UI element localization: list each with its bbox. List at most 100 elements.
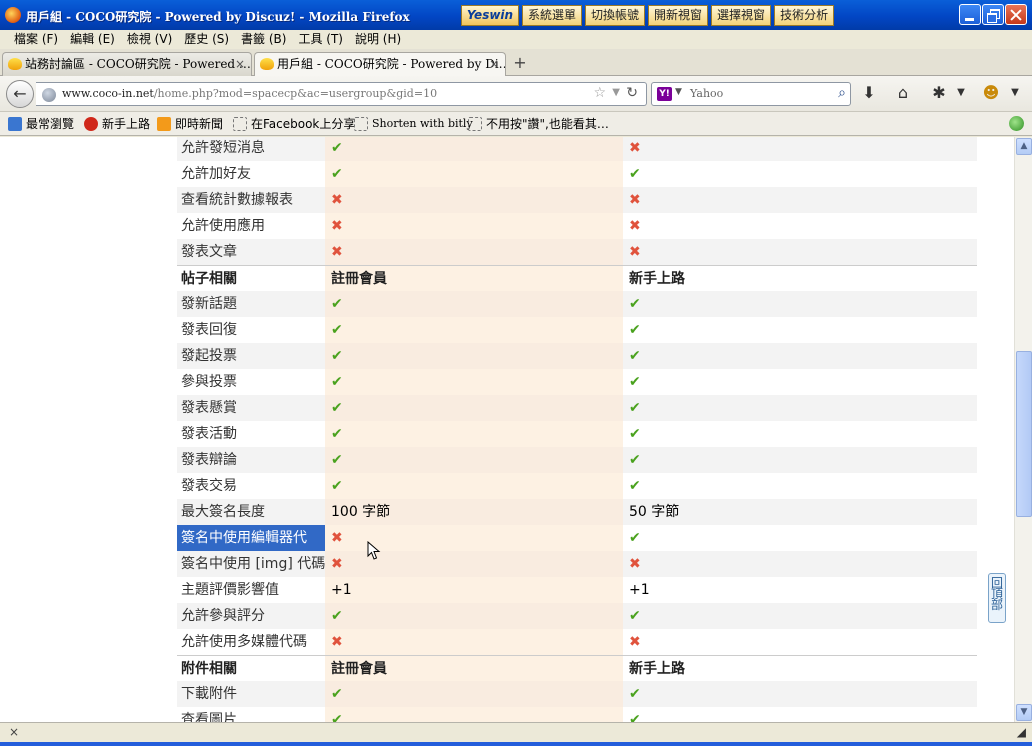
close-tab-icon[interactable]: ×	[235, 53, 245, 75]
menu-history[interactable]: 歷史 (S)	[178, 30, 235, 49]
newbie-value: ✔	[623, 707, 977, 722]
check-icon: ✔	[331, 426, 343, 442]
bookmark-label: 即時新聞	[175, 117, 224, 131]
menu-view[interactable]: 檢視 (V)	[121, 30, 178, 49]
close-window-button[interactable]	[1005, 4, 1027, 25]
window-title: 用戶組 - COCO研究院 - Powered by Discuz! - Moz…	[26, 10, 410, 24]
registered-member-value: ✔	[325, 603, 623, 629]
addon-dropdown-icon[interactable]: ▼	[950, 82, 972, 104]
check-icon: ✔	[331, 140, 343, 156]
history-dropdown-icon[interactable]: ▼	[612, 87, 620, 98]
permission-label: 發表活動	[181, 426, 237, 442]
cross-icon: ✖	[331, 218, 343, 234]
menu-edit[interactable]: 編輯 (E)	[64, 30, 121, 49]
tab-bar: 站務討論區 - COCO研究院 - Powered … × 用戶組 - COCO…	[0, 49, 1032, 77]
check-icon: ✔	[629, 426, 641, 442]
search-bar[interactable]: Y! ▼ Yahoo ⌕	[651, 82, 851, 106]
coco-favicon-icon	[8, 58, 22, 70]
permission-row: 查看圖片 ✔ ✔	[177, 707, 977, 722]
check-icon: ✔	[331, 608, 343, 624]
scroll-down-arrow-icon[interactable]: ▼	[1016, 704, 1032, 721]
registered-member-value: ✔	[325, 137, 623, 161]
close-addon-bar-icon[interactable]: ×	[9, 725, 19, 739]
switch-account-button[interactable]: 切換帳號	[585, 5, 646, 26]
newbie-value: ✔	[623, 369, 977, 395]
section-title: 帖子相關	[181, 271, 237, 287]
menu-file[interactable]: 檔案 (F)	[8, 30, 64, 49]
scroll-up-arrow-icon[interactable]: ▲	[1016, 138, 1032, 155]
taskbar-strip	[0, 742, 1032, 746]
yahoo-engine-icon[interactable]: Y!	[657, 87, 672, 101]
registered-member-value: ✔	[325, 161, 623, 187]
tab-usergroup[interactable]: 用戶組 - COCO研究院 - Powered by Di… ×	[254, 52, 506, 77]
menu-dropdown-icon[interactable]: ▼	[1004, 82, 1026, 104]
url-path: /home.php?mod=spacecp&ac=usergroup&gid=1…	[153, 87, 438, 100]
addon-bar-resize-icon[interactable]: ◢	[1017, 725, 1026, 739]
menu-tools[interactable]: 工具 (T)	[292, 30, 349, 49]
title-bar: 用戶組 - COCO研究院 - Powered by Discuz! - Moz…	[0, 0, 1032, 30]
home-icon[interactable]: ⌂	[892, 82, 914, 104]
new-tab-button[interactable]: +	[509, 52, 531, 76]
smiley-addon-icon[interactable]: ☻	[980, 82, 1002, 104]
bookmark-bitly[interactable]: Shorten with bitly	[354, 112, 473, 136]
bookmark-star-icon[interactable]: ☆	[593, 85, 606, 101]
technical-analysis-button[interactable]: 技術分析	[774, 5, 835, 26]
back-button[interactable]: ←	[6, 80, 34, 108]
permission-row: 參與投票 ✔ ✔	[177, 369, 977, 395]
menu-help[interactable]: 說明 (H)	[349, 30, 407, 49]
bookmark-getting-started[interactable]: 新手上路	[84, 112, 150, 136]
cross-icon: ✖	[331, 634, 343, 650]
search-input[interactable]: Yahoo	[690, 87, 723, 100]
check-icon: ✔	[331, 686, 343, 702]
cross-icon: ✖	[331, 244, 343, 260]
cross-icon: ✖	[331, 530, 343, 546]
permission-row: 發起投票 ✔ ✔	[177, 343, 977, 369]
url-bar[interactable]: www.coco-in.net/home.php?mod=spacecp&ac=…	[36, 82, 647, 106]
newbie-value: ✔	[623, 525, 977, 551]
check-icon: ✔	[629, 166, 641, 182]
vertical-scrollbar[interactable]: ▲ ▼	[1014, 137, 1032, 722]
engine-dropdown-icon[interactable]: ▼	[675, 87, 682, 97]
permission-row: 主題評價影響值 +1 +1	[177, 577, 977, 603]
scroll-thumb[interactable]	[1016, 351, 1032, 517]
reload-icon[interactable]: ↻	[626, 85, 638, 101]
url-text: www.coco-in.net/home.php?mod=spacecp&ac=…	[62, 87, 437, 100]
permission-row: 發表辯論 ✔ ✔	[177, 447, 977, 473]
bookmark-most-visited[interactable]: 最常瀏覽	[8, 112, 74, 136]
close-tab-icon[interactable]: ×	[489, 53, 499, 75]
system-menu-button[interactable]: 系統選單	[522, 5, 583, 26]
permission-label: 發表辯論	[181, 452, 237, 468]
bookmark-no-like[interactable]: 不用按"讚",也能看其…	[468, 112, 609, 136]
cross-icon: ✖	[629, 218, 641, 234]
yeswin-toolbar: Yeswin 系統選單 切換帳號 開新視窗 選擇視窗 技術分析	[461, 5, 835, 26]
minimize-button[interactable]	[959, 4, 981, 25]
select-window-button[interactable]: 選擇視窗	[711, 5, 772, 26]
bookmark-facebook-share[interactable]: 在Facebook上分享	[233, 112, 355, 136]
permission-row: 允許加好友 ✔ ✔	[177, 161, 977, 187]
addon-icon[interactable]: ✱	[928, 82, 950, 104]
search-icon[interactable]: ⌕	[838, 85, 846, 101]
tab-forum[interactable]: 站務討論區 - COCO研究院 - Powered … ×	[2, 52, 252, 76]
open-new-window-button[interactable]: 開新視窗	[648, 5, 709, 26]
bookmark-search-icon[interactable]	[1009, 116, 1024, 131]
menu-bookmarks[interactable]: 書籤 (B)	[235, 30, 292, 49]
permission-table: 允許發短消息 ✔ ✖ 允許加好友 ✔ ✔ 查看統計數據報表 ✖ ✖ 允許使用應用 ✖ ✖ 發表文章 ✖ ✖ 帖…	[177, 137, 977, 722]
check-icon: ✔	[629, 296, 641, 312]
maximize-button[interactable]	[982, 4, 1004, 25]
check-icon: ✔	[331, 478, 343, 494]
page-icon	[233, 117, 247, 131]
bookmark-live-news[interactable]: 即時新聞	[157, 112, 223, 136]
cross-icon: ✖	[331, 556, 343, 572]
permission-label: 查看統計數據報表	[181, 192, 293, 208]
check-icon: ✔	[629, 608, 641, 624]
site-identity-icon[interactable]	[42, 88, 56, 102]
permission-label: 發起投票	[181, 348, 237, 364]
bookmark-label: 不用按"讚",也能看其…	[486, 117, 609, 131]
download-icon[interactable]: ⬇	[858, 82, 880, 104]
cross-icon: ✖	[331, 192, 343, 208]
check-icon: ✔	[629, 400, 641, 416]
rss-icon	[157, 117, 171, 131]
yeswin-logo[interactable]: Yeswin	[461, 5, 519, 26]
check-icon: ✔	[629, 452, 641, 468]
back-to-top-button[interactable]: 回頂部	[988, 573, 1006, 623]
